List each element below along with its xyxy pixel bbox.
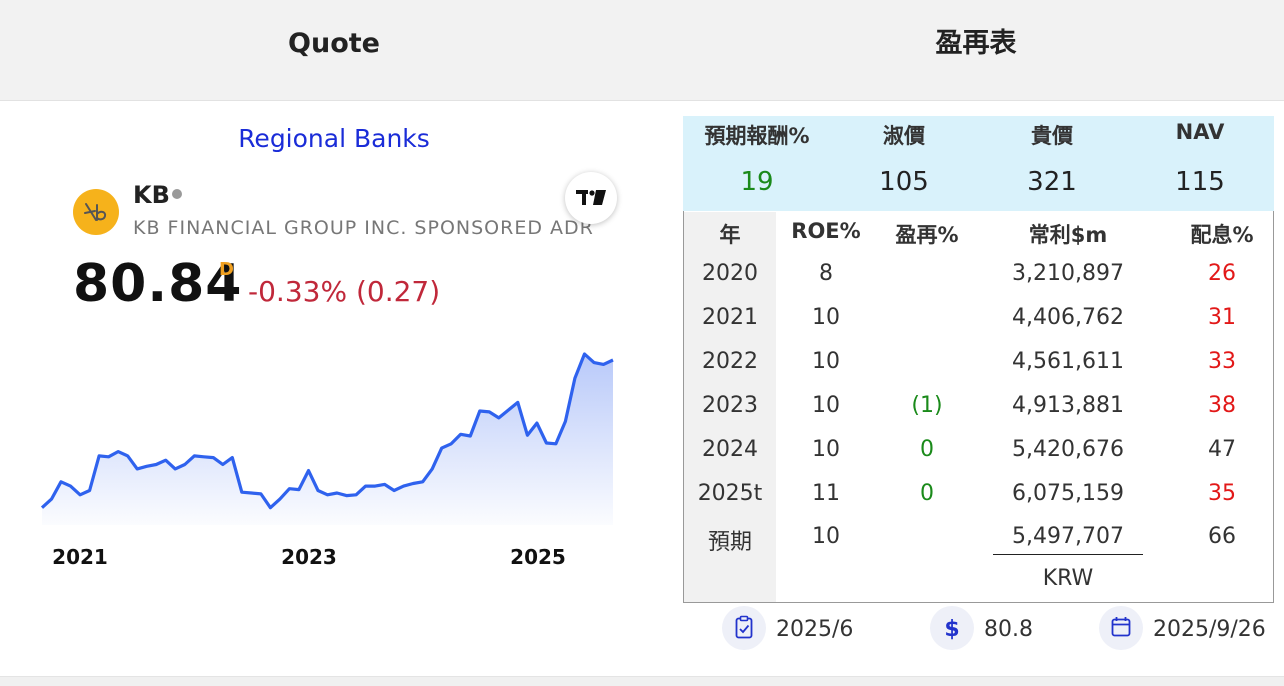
profit-underline xyxy=(993,554,1143,555)
cell-payout: 38 xyxy=(1208,393,1236,418)
x-tick-label: 2025 xyxy=(510,545,566,569)
cell-profit: 5,420,676 xyxy=(1012,437,1124,462)
x-tick-label: 2021 xyxy=(52,545,108,569)
cheap-price-header: 淑價 xyxy=(883,124,925,148)
cell-profit: 4,406,762 xyxy=(1012,305,1124,330)
kb-logo-glyph xyxy=(84,203,107,221)
currency-label: KRW xyxy=(1042,566,1094,591)
svg-text:$: $ xyxy=(944,617,959,642)
expensive-price-value: 321 xyxy=(1027,167,1077,197)
cell-payout: 31 xyxy=(1208,305,1236,330)
report-check-glyph xyxy=(735,615,753,639)
cell-reinvest: 0 xyxy=(920,437,934,462)
cell-reinvest: 0 xyxy=(920,481,934,506)
cell-year: 2020 xyxy=(702,261,758,286)
dollar-icon: $ xyxy=(930,606,974,650)
cell-profit: 4,913,881 xyxy=(1012,393,1124,418)
last-price: 80.84 xyxy=(73,254,243,314)
col-header-year: 年 xyxy=(719,223,741,247)
col-header-roe: ROE% xyxy=(791,219,861,243)
x-tick-label: 2023 xyxy=(281,545,337,569)
tab-reinvestment-table[interactable]: 盈再表 xyxy=(668,0,1284,100)
cell-reinvest: (1) xyxy=(911,393,943,418)
calendar-icon xyxy=(1099,606,1143,650)
price-change: -0.33% (0.27) xyxy=(248,275,441,308)
report-date: 2025/6 xyxy=(776,617,854,642)
ticker-symbol: KB xyxy=(133,181,170,209)
cell-year: 2024 xyxy=(702,437,758,462)
col-header-profit: 常利$m xyxy=(1028,223,1108,247)
cell-profit: 6,075,159 xyxy=(1012,481,1124,506)
dollar-glyph: $ xyxy=(944,617,959,642)
tradingview-icon xyxy=(576,190,606,205)
update-date: 2025/9/26 xyxy=(1153,617,1266,642)
calendar-glyph xyxy=(1111,617,1131,637)
cell-roe: 10 xyxy=(812,524,840,549)
cell-year: 預期 xyxy=(707,530,752,555)
cell-payout: 33 xyxy=(1208,349,1236,374)
expected-return-header: 預期報酬% xyxy=(704,124,810,148)
price-area-fill xyxy=(42,354,613,525)
col-header-payout: 配息% xyxy=(1190,223,1254,247)
cell-year: 2023 xyxy=(702,393,758,418)
cell-roe: 10 xyxy=(812,305,840,330)
expected-return-value: 19 xyxy=(740,167,774,197)
price-chart: 2021 2023 2025 xyxy=(40,352,614,569)
top-tab-bar: Quote 盈再表 xyxy=(0,0,1284,101)
cell-profit: 3,210,897 xyxy=(1012,261,1124,286)
tab-quote[interactable]: Quote xyxy=(0,0,668,100)
cell-roe: 10 xyxy=(812,393,840,418)
cell-year: 2025t xyxy=(697,481,763,506)
cell-year: 2021 xyxy=(702,305,758,330)
market-status-dot xyxy=(172,189,182,199)
expensive-price-header: 貴價 xyxy=(1031,124,1073,148)
cell-payout: 26 xyxy=(1208,261,1236,286)
cell-roe: 8 xyxy=(819,261,833,286)
cell-payout: 66 xyxy=(1208,524,1236,549)
cell-year: 2022 xyxy=(702,349,758,374)
cell-profit: 5,497,707 xyxy=(1012,524,1124,549)
cell-roe: 10 xyxy=(812,349,840,374)
footer-price: 80.8 xyxy=(984,617,1033,642)
cell-payout: 47 xyxy=(1208,437,1236,462)
kb-logo-icon xyxy=(73,189,119,235)
report-check-icon xyxy=(722,606,766,650)
tradingview-button[interactable] xyxy=(565,172,617,224)
cell-roe: 10 xyxy=(812,437,840,462)
cell-roe: 11 xyxy=(812,481,840,506)
price-delay-flag: D xyxy=(219,259,234,280)
sector-link[interactable]: Regional Banks xyxy=(0,124,668,153)
nav-value: 115 xyxy=(1175,167,1225,197)
cell-profit: 4,561,611 xyxy=(1012,349,1124,374)
company-name: KB FINANCIAL GROUP INC. SPONSORED ADR xyxy=(133,217,594,239)
nav-header: NAV xyxy=(1175,120,1225,144)
col-header-reinvest: 盈再% xyxy=(895,223,959,247)
cheap-price-value: 105 xyxy=(879,167,929,197)
cell-payout: 35 xyxy=(1208,481,1236,506)
